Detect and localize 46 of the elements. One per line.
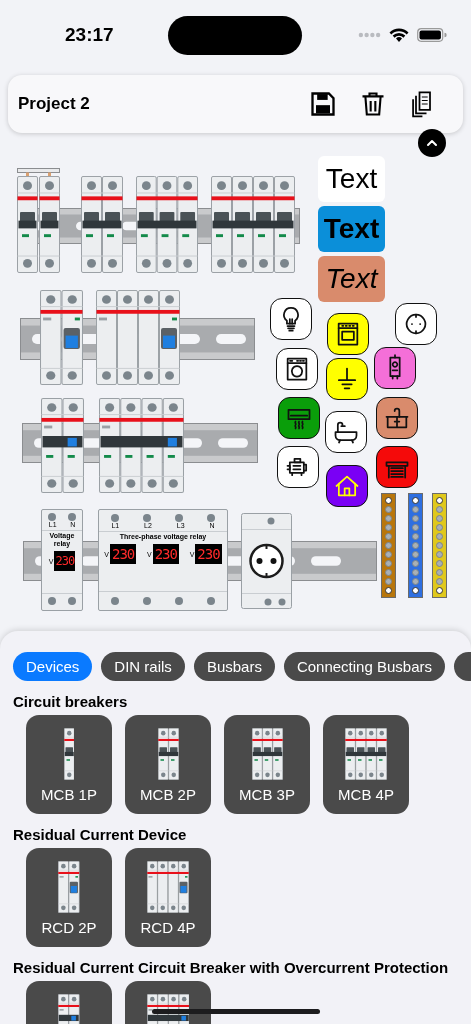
device-tile[interactable]: MCB 3P [224, 715, 310, 814]
category-tab[interactable]: DIN rails [101, 652, 185, 681]
circuit-breaker-icon [63, 728, 75, 780]
terminal-screw [143, 597, 151, 605]
circuit-breaker-icon [345, 728, 387, 780]
circuit-breaker-icon [251, 728, 283, 780]
residual-current-device-icon [58, 861, 80, 913]
terminal-screw [48, 513, 56, 521]
device-tile[interactable]: MCB 2P [125, 715, 211, 814]
terminal-screw [207, 597, 215, 605]
terminal-screw [175, 597, 183, 605]
terminal-screw [175, 514, 183, 522]
section-title: Circuit breakers [12, 692, 129, 710]
connecting-busbar [17, 168, 60, 176]
section-title: Residual Current Device [12, 825, 188, 843]
text-label: Text [318, 256, 385, 302]
digital-display: 230 [110, 544, 137, 564]
terminal-screw [111, 597, 119, 605]
category-tab[interactable]: Busbars [193, 652, 275, 681]
device-tile[interactable]: RCD 4P [125, 848, 211, 947]
terminal-screw [207, 514, 215, 522]
section-title: Residual Current Circuit Breaker with Overcurrent Protection [12, 958, 450, 976]
terminal-screw [68, 597, 76, 605]
category-tab[interactable]: Connecting Busbars [283, 652, 445, 681]
terminal-screw [143, 514, 151, 522]
status-time: 23:17 [65, 24, 115, 46]
device-tile[interactable]: MCB 1P [26, 715, 112, 814]
terminal-screw [48, 597, 56, 605]
text-label: Text [318, 156, 385, 202]
residual-current-device-icon [147, 861, 189, 913]
terminal-screw [68, 513, 76, 521]
device-tile[interactable]: MCB 4P [323, 715, 409, 814]
wifi-icon [389, 27, 409, 43]
category-tab[interactable]: Devices [13, 652, 93, 681]
battery-icon [417, 28, 447, 42]
signal-icon [358, 32, 381, 38]
device-tile[interactable]: RCD 2P [26, 848, 112, 947]
digital-display: 230 [195, 544, 222, 564]
collapse-button[interactable] [418, 129, 446, 157]
save-icon[interactable] [309, 90, 337, 118]
terminal-screw [111, 514, 119, 522]
digital-display: 230 [152, 544, 179, 564]
text-label: Text [318, 206, 385, 252]
circuit-breaker-icon [157, 728, 179, 780]
project-title: Project 2 [18, 94, 90, 114]
digital-display: 230 [54, 551, 76, 571]
